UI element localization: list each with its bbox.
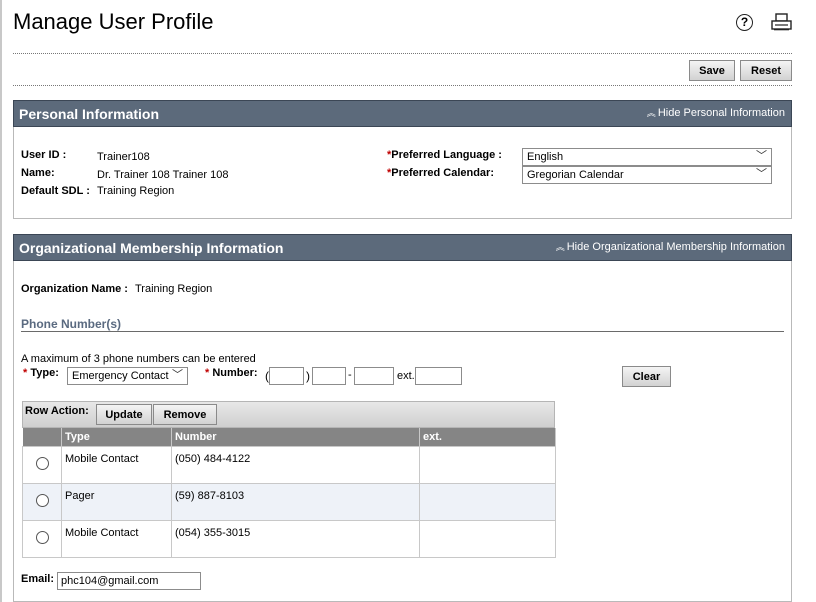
- email-label: Email:: [21, 573, 55, 585]
- chevron-down-icon: ﹀: [172, 369, 183, 381]
- hide-personal-info-link[interactable]: ︽ Hide Personal Information: [647, 107, 785, 119]
- row-select-cell: [22, 519, 62, 558]
- ext-cell: [419, 482, 556, 521]
- type-column-header: Type: [61, 428, 172, 446]
- type-cell: Mobile Contact: [61, 519, 172, 558]
- ext-label: ext.: [397, 370, 415, 382]
- personal-info-title: Personal Information: [19, 106, 160, 122]
- type-cell: Mobile Contact: [61, 445, 172, 484]
- number-column-header: Number: [171, 428, 420, 446]
- hide-org-membership-label: Hide Organizational Membership Informati…: [566, 241, 785, 253]
- phone-prefix-input[interactable]: [312, 367, 346, 385]
- select-column-header: [22, 428, 62, 446]
- org-membership-header: Organizational Membership Information ︽ H…: [13, 234, 792, 261]
- phone-heading-rule: [21, 331, 784, 332]
- ext-column-header: ext.: [419, 428, 556, 446]
- row-radio[interactable]: [35, 493, 49, 507]
- default-sdl-label: Default SDL :: [21, 185, 90, 197]
- number-cell: (054) 355-3015: [171, 519, 420, 558]
- phone-line-input[interactable]: [354, 367, 394, 385]
- reset-button[interactable]: Reset: [740, 60, 792, 81]
- table-row[interactable]: Mobile Contact (050) 484-4122: [22, 445, 556, 484]
- save-button[interactable]: Save: [689, 60, 735, 81]
- name-value: Dr. Trainer 108 Trainer 108: [97, 169, 229, 181]
- ext-cell: [419, 445, 556, 484]
- type-cell: Pager: [61, 482, 172, 521]
- chevron-up-icon: ︽: [555, 242, 565, 253]
- print-icon[interactable]: [771, 13, 792, 32]
- email-field[interactable]: [57, 572, 201, 590]
- phone-type-label: * Type:: [23, 367, 59, 379]
- help-icon[interactable]: ?: [736, 14, 753, 31]
- row-select-cell: [22, 445, 62, 484]
- row-radio[interactable]: [35, 456, 49, 470]
- number-cell: (050) 484-4122: [171, 445, 420, 484]
- hide-personal-info-label: Hide Personal Information: [657, 107, 785, 119]
- toolbar-divider: [13, 85, 792, 86]
- remove-button[interactable]: Remove: [153, 404, 217, 425]
- title-divider: [13, 53, 792, 54]
- phone-dash: -: [348, 369, 352, 381]
- phone-type-select[interactable]: Emergency Contact ﹀: [67, 367, 188, 385]
- preferred-language-label: *Preferred Language :: [387, 149, 502, 161]
- preferred-language-select[interactable]: English ﹀: [522, 148, 772, 166]
- default-sdl-value: Training Region: [97, 185, 175, 197]
- chevron-down-icon: ﹀: [756, 168, 767, 180]
- personal-info-header: Personal Information ︽ Hide Personal Info…: [13, 100, 792, 127]
- phone-limit-note: A maximum of 3 phone numbers can be ente…: [21, 353, 256, 365]
- table-row[interactable]: Pager (59) 887-8103: [22, 482, 556, 521]
- table-row[interactable]: Mobile Contact (054) 355-3015: [22, 519, 556, 558]
- preferred-calendar-label: *Preferred Calendar:: [387, 167, 494, 179]
- chevron-up-icon: ︽: [646, 108, 656, 119]
- area-code-close-paren: ): [306, 369, 310, 383]
- phone-ext-input[interactable]: [415, 367, 462, 385]
- user-id-value: Trainer108: [97, 151, 150, 163]
- table-header-row: Type Number ext.: [22, 428, 556, 446]
- phone-numbers-heading: Phone Number(s): [21, 317, 122, 331]
- window-left-edge: [0, 0, 2, 602]
- clear-button[interactable]: Clear: [622, 366, 671, 387]
- hide-org-membership-link[interactable]: ︽ Hide Organizational Membership Informat…: [556, 241, 785, 253]
- number-cell: (59) 887-8103: [171, 482, 420, 521]
- area-code-input[interactable]: [269, 367, 304, 385]
- org-name-value: Training Region: [135, 283, 213, 295]
- chevron-down-icon: ﹀: [756, 150, 767, 162]
- org-name-label: Organization Name :: [21, 283, 128, 295]
- phone-number-label: * Number:: [205, 367, 258, 379]
- org-membership-title: Organizational Membership Information: [19, 240, 284, 256]
- row-radio[interactable]: [35, 530, 49, 544]
- user-id-label: User ID :: [21, 149, 67, 161]
- ext-cell: [419, 519, 556, 558]
- row-select-cell: [22, 482, 62, 521]
- name-label: Name:: [21, 167, 55, 179]
- page-title: Manage User Profile: [13, 9, 214, 34]
- row-action-label: Row Action:: [25, 405, 89, 417]
- preferred-calendar-select[interactable]: Gregorian Calendar ﹀: [522, 166, 772, 184]
- phone-numbers-table: Type Number ext. Mobile Contact (050) 48…: [22, 428, 556, 558]
- update-button[interactable]: Update: [96, 404, 152, 425]
